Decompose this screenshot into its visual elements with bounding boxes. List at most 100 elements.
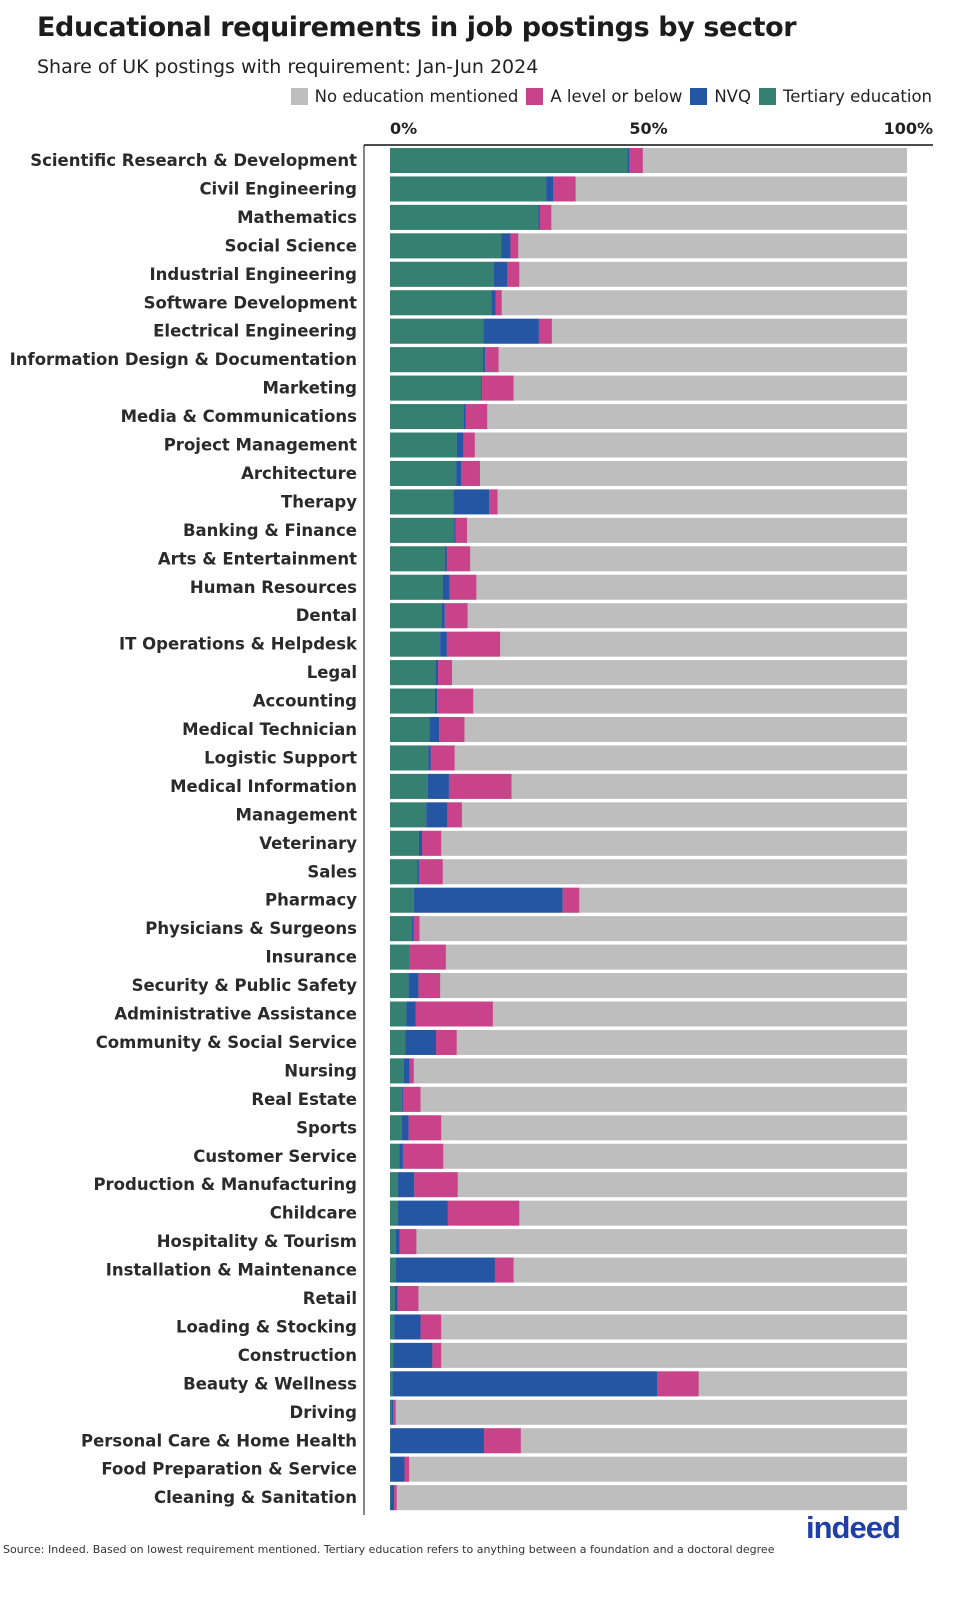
bar-tertiary [390,290,492,316]
category-label: Food Preparation & Service [101,1460,357,1479]
bar-row: Installation & Maintenance [106,1257,907,1283]
bar-a-level [438,660,453,686]
bar-a-level [538,318,552,344]
bar-tertiary [390,802,427,828]
bar-a-level [539,204,552,230]
bar-row: Information Design & Documentation [10,347,907,373]
bar-no-education [390,1086,907,1112]
bar-nvq [441,603,445,629]
bar-row: Community & Social Service [96,1029,907,1055]
bar-tertiary [390,745,429,771]
bar-tertiary [390,717,430,742]
bar-a-level [418,859,443,885]
bar-tertiary [390,830,419,856]
category-label: Retail [303,1289,357,1308]
bar-nvq [538,204,540,230]
category-label: Information Design & Documentation [10,350,357,369]
bar-row: Banking & Finance [183,517,907,543]
bar-row: Software Development [144,290,907,316]
bar-nvq [427,773,449,799]
bar-nvq [390,1485,395,1511]
bar-row: Veterinary [259,830,907,856]
bar-row: Sales [307,859,907,885]
bar-nvq [399,1143,403,1169]
bar-nvq [463,404,466,430]
bar-nvq [392,1371,658,1397]
bar-no-education [390,517,907,543]
bar-nvq [406,1001,416,1027]
bar-no-education [390,1286,907,1311]
bar-a-level [418,973,441,999]
bar-no-education [390,660,907,686]
bar-row: Architecture [241,460,907,486]
bar-nvq [397,1200,448,1226]
bar-tertiary [390,631,441,657]
category-label: Accounting [253,692,357,711]
bar-tertiary [390,1172,398,1198]
bar-nvq [483,347,486,373]
bar-tertiary [390,204,539,230]
bar-a-level [510,233,519,259]
bar-row: Accounting [253,688,907,714]
bar-tertiary [390,1286,395,1311]
bar-tertiary [390,1399,392,1425]
category-label: Sports [296,1118,357,1137]
bar-nvq [546,176,554,202]
bar-row: Management [236,802,907,828]
bar-row: Medical Information [170,773,907,799]
bar-nvq [627,148,630,173]
bar-nvq [453,489,490,515]
bar-tertiary [390,489,454,515]
x-tick-label: 0% [390,119,417,138]
category-label: Driving [290,1403,357,1422]
bar-row: Real Estate [251,1086,907,1112]
bar-a-level [489,489,498,515]
bar-a-level [448,773,512,799]
bar-a-level [562,887,580,913]
bar-row: Marketing [262,375,907,401]
bar-a-level [446,631,501,657]
bar-tertiary [390,773,428,799]
bar-row: Sports [296,1115,907,1141]
bar-a-level [399,1229,417,1255]
bar-row: Loading & Stocking [176,1314,907,1340]
category-label: Banking & Finance [183,521,357,540]
bar-row: Scientific Research & Development [30,148,907,173]
category-label: Childcare [270,1204,357,1223]
bar-a-level [461,460,480,486]
bar-row: Production & Manufacturing [93,1172,907,1198]
bar-tertiary [390,1371,393,1397]
bar-row: Construction [238,1342,907,1368]
bar-a-level [465,404,488,430]
bar-nvq [429,717,440,742]
category-label: Marketing [262,379,357,398]
bar-row: Insurance [266,944,907,970]
category-label: IT Operations & Helpdesk [119,635,358,654]
bar-nvq [444,546,447,572]
bar-tertiary [390,1485,391,1511]
bar-nvq [436,660,439,686]
category-label: Community & Social Service [96,1033,357,1052]
bar-a-level [414,1172,458,1198]
category-label: Dental [296,606,357,625]
bar-nvq [491,290,496,316]
bar-no-education [390,1143,907,1169]
category-label: Beauty & Wellness [183,1374,357,1393]
bar-a-level [397,1286,419,1311]
bar-row: Arts & Entertainment [158,546,907,572]
x-tick-label: 100% [884,119,933,138]
bar-nvq [454,517,456,543]
bar-nvq [394,1286,398,1311]
bar-row: Physicians & Surgeons [145,916,907,942]
category-label: Cleaning & Sanitation [154,1488,357,1507]
bar-a-level [463,432,475,458]
category-label: Logistic Support [204,748,357,767]
bar-no-education [390,1485,907,1511]
bar-a-level [404,1456,410,1482]
bar-tertiary [390,1115,402,1141]
bar-tertiary [390,1229,396,1255]
bar-nvq [417,859,419,885]
bar-no-education [390,1115,907,1141]
bar-tertiary [390,916,412,942]
bar-tertiary [390,233,502,259]
